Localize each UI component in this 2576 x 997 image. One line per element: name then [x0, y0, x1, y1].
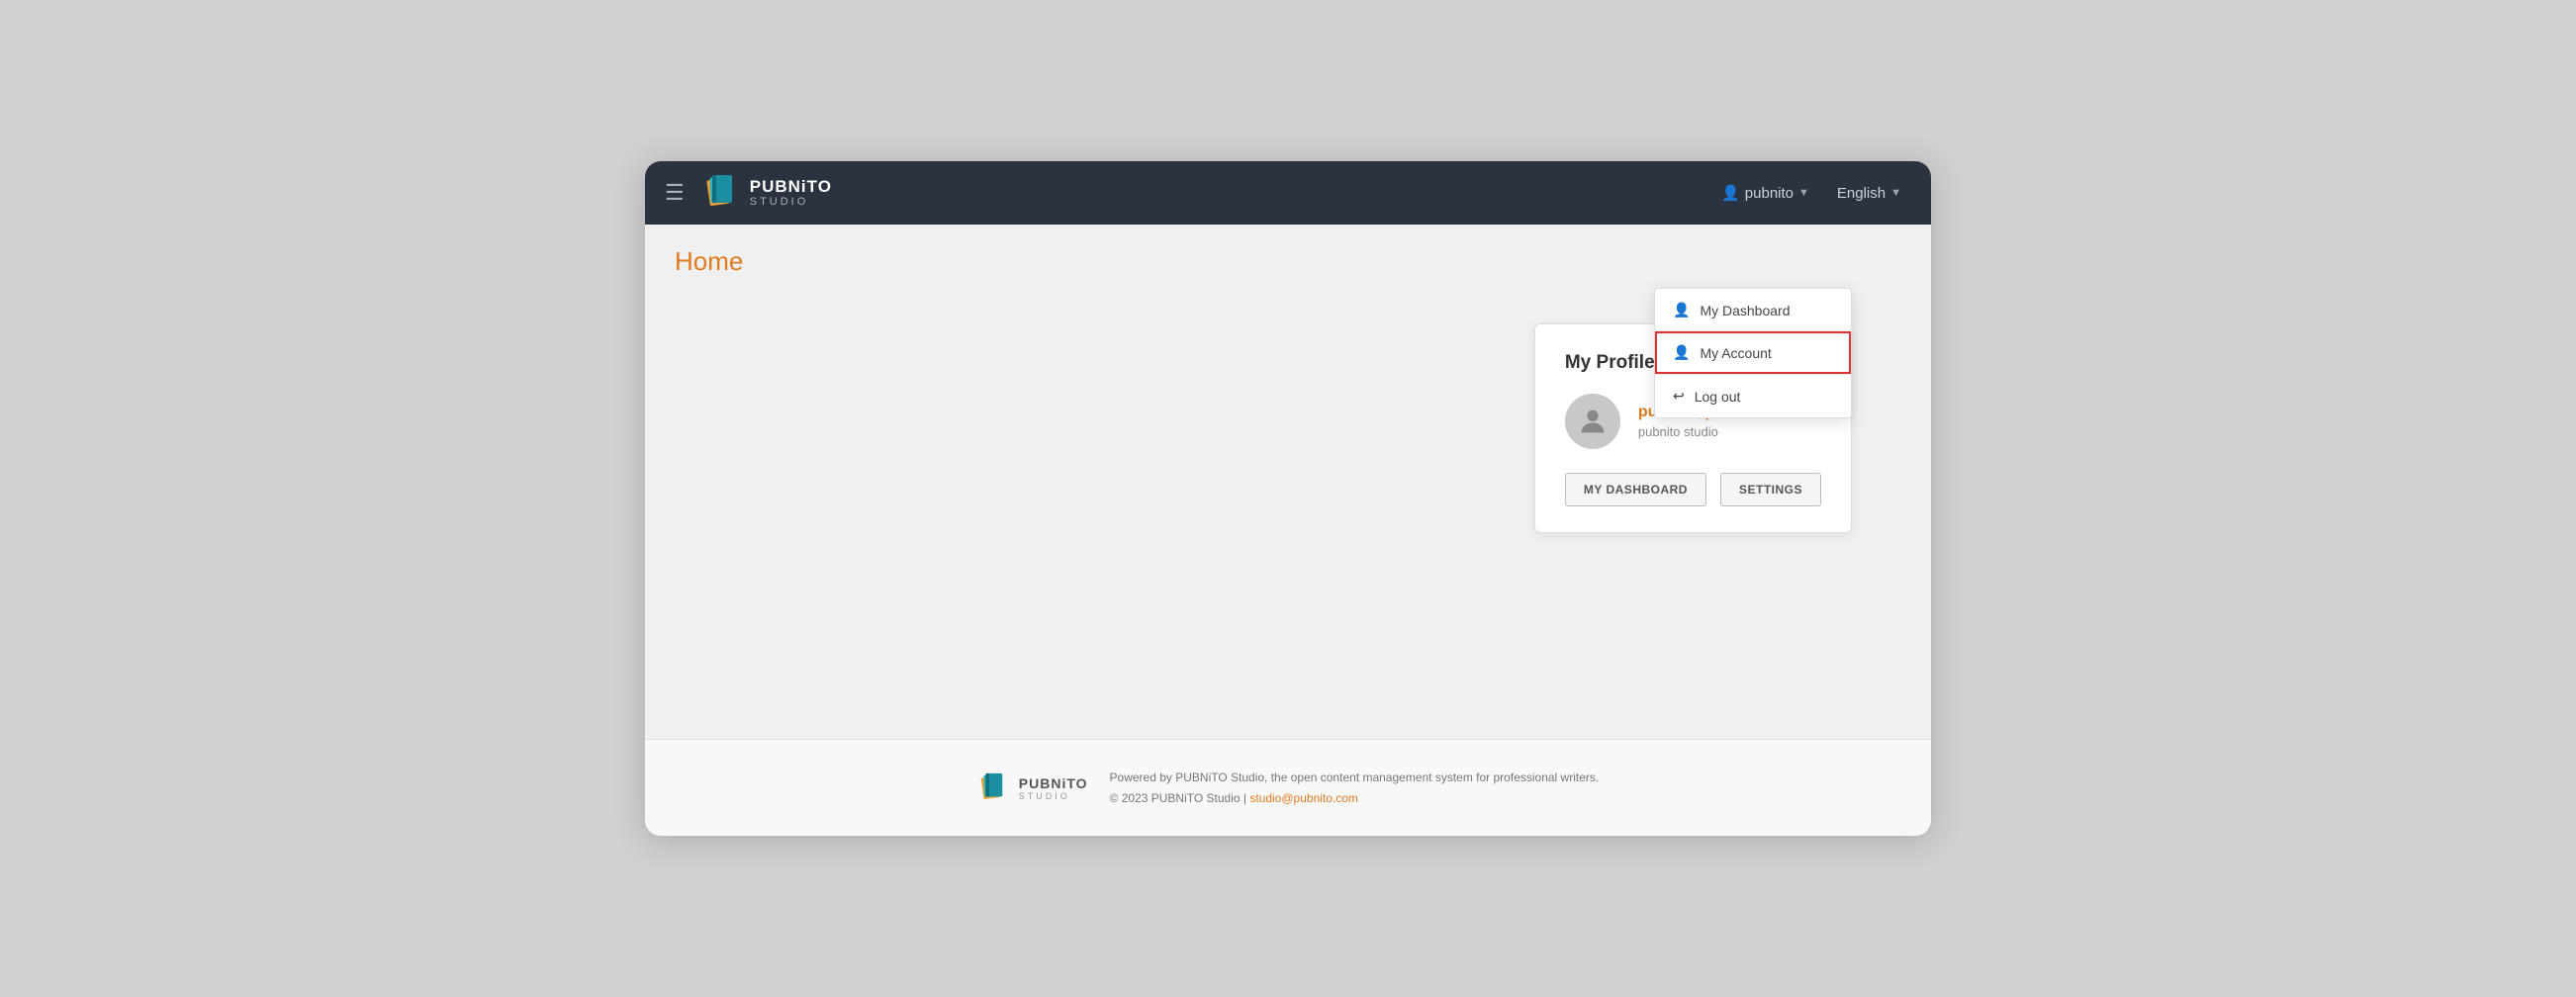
footer-logo-area: PUBNiTO STUDIO — [977, 770, 1088, 807]
footer-logo-text: PUBNiTO STUDIO — [1019, 775, 1088, 801]
navbar-right: 👤 pubnito ▼ English ▼ — [1711, 178, 1911, 208]
user-chevron-icon: ▼ — [1798, 187, 1809, 199]
lang-chevron-icon: ▼ — [1890, 187, 1901, 199]
language-menu-button[interactable]: English ▼ — [1827, 179, 1911, 208]
logout-icon: ↩ — [1673, 388, 1685, 405]
logout-label: Log out — [1695, 389, 1741, 405]
user-dropdown-menu: 👤 My Dashboard 👤 My Account ↩ Log out — [1654, 288, 1852, 418]
main-content: Home 👤 My Dashboard 👤 My Account ↩ Log o… — [645, 225, 1931, 739]
logo-subtitle: STUDIO — [750, 196, 832, 208]
profile-studio: pubnito studio — [1638, 424, 1763, 439]
user-menu-button[interactable]: 👤 pubnito ▼ — [1711, 178, 1819, 208]
dropdown-logout-item[interactable]: ↩ Log out — [1655, 375, 1851, 417]
footer-email-link[interactable]: studio@pubnito.com — [1249, 791, 1358, 805]
footer-powered: Powered by PUBNiTO Studio, the open cont… — [1110, 768, 1600, 787]
my-dashboard-button[interactable]: MY DASHBOARD — [1565, 473, 1706, 506]
user-label: pubnito — [1745, 185, 1794, 202]
settings-button[interactable]: SETTINGS — [1720, 473, 1821, 506]
page-title: Home — [675, 246, 1901, 277]
lang-label: English — [1837, 185, 1886, 202]
footer: PUBNiTO STUDIO Powered by PUBNiTO Studio… — [645, 739, 1931, 836]
footer-copyright: © 2023 PUBNiTO Studio | — [1110, 791, 1246, 805]
logo-text: PUBNiTO STUDIO — [750, 178, 832, 209]
browser-window: ☰ PUBNiTO STUDIO 👤 pubnito ▼ Engl — [645, 161, 1931, 836]
footer-logo-name: PUBNiTO — [1019, 775, 1088, 791]
dashboard-label: My Dashboard — [1700, 303, 1790, 318]
logo-name: PUBNiTO — [750, 178, 832, 197]
page-header: Home — [645, 225, 1931, 295]
avatar — [1565, 394, 1620, 449]
dropdown-dashboard-item[interactable]: 👤 My Dashboard — [1655, 289, 1851, 331]
navbar: ☰ PUBNiTO STUDIO 👤 pubnito ▼ Engl — [645, 161, 1931, 225]
avatar-icon — [1576, 405, 1610, 438]
account-icon: 👤 — [1673, 344, 1690, 361]
user-icon: 👤 — [1721, 184, 1740, 202]
dashboard-icon: 👤 — [1673, 302, 1690, 318]
footer-logo-icon — [977, 770, 1009, 807]
dropdown-account-item[interactable]: 👤 My Account — [1655, 331, 1851, 374]
logo-area: PUBNiTO STUDIO — [702, 171, 1711, 215]
footer-logo-subtitle: STUDIO — [1019, 791, 1088, 801]
logo-icon — [702, 171, 740, 215]
hamburger-icon[interactable]: ☰ — [665, 180, 685, 206]
account-label: My Account — [1700, 345, 1771, 361]
footer-copyright-line: © 2023 PUBNiTO Studio | studio@pubnito.c… — [1110, 788, 1600, 808]
footer-text: Powered by PUBNiTO Studio, the open cont… — [1110, 768, 1600, 808]
profile-card-buttons: MY DASHBOARD SETTINGS — [1565, 473, 1821, 506]
